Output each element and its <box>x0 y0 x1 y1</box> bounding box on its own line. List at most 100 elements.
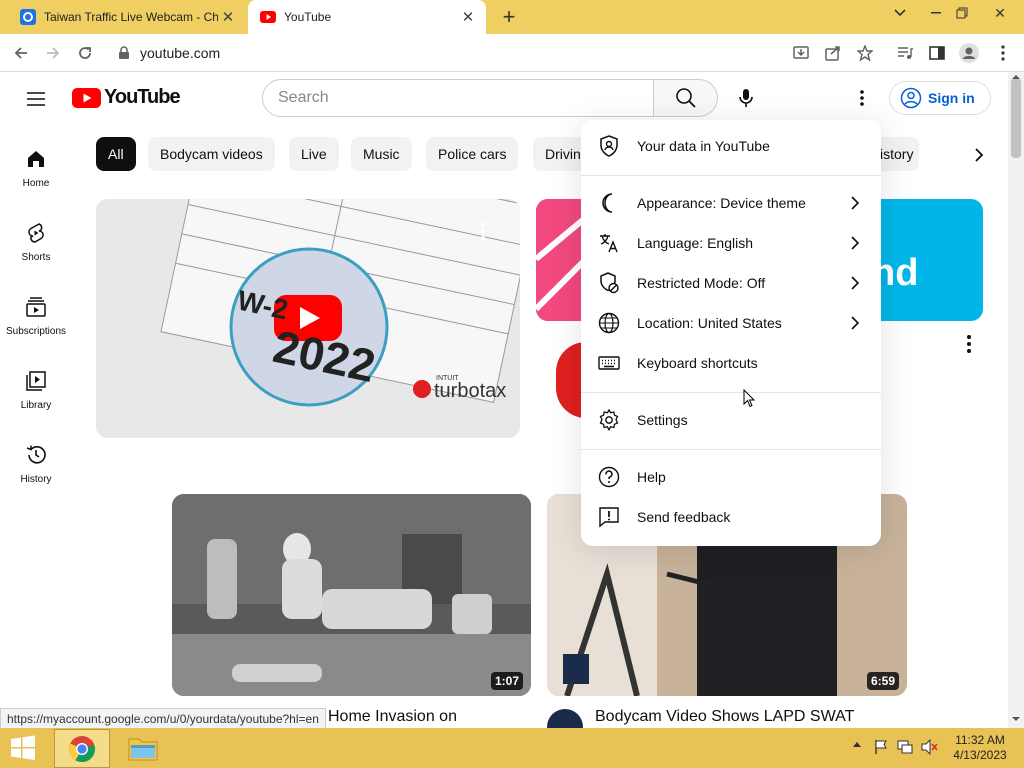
menu-item-help[interactable]: Help <box>581 457 881 497</box>
tab-webcam[interactable]: Taiwan Traffic Live Webcam - Chi ✕ <box>8 0 246 34</box>
forward-button[interactable] <box>40 40 66 66</box>
chevron-right-icon <box>851 316 860 330</box>
library-icon <box>26 371 46 391</box>
menu-item-location[interactable]: Location: United States <box>581 303 881 343</box>
webcam-favicon-icon <box>20 9 36 25</box>
nav-history[interactable]: History <box>0 444 72 485</box>
nav-label: Home <box>22 178 50 189</box>
sign-in-button[interactable]: Sign in <box>889 81 991 115</box>
duration-badge: 6:59 <box>866 672 899 690</box>
nav-shorts[interactable]: Shorts <box>0 222 72 263</box>
video-thumbnail-home-invasion[interactable]: 1:07 <box>172 494 531 696</box>
chip-bodycam-videos[interactable]: Bodycam videos <box>148 137 275 171</box>
search-button[interactable] <box>654 79 718 117</box>
taskbar-file-explorer[interactable] <box>124 733 162 763</box>
thumbnail-more-icon[interactable] <box>479 221 487 241</box>
video-title[interactable]: Bodycam Video Shows LAPD SWAT <box>595 708 854 726</box>
taskbar-chrome[interactable] <box>54 729 110 768</box>
share-icon[interactable] <box>820 40 846 66</box>
menu-item-label: Restricted Mode: Off <box>637 275 766 291</box>
menu-item-send-feedback[interactable]: Send feedback <box>581 497 881 537</box>
settings-kebab-button[interactable] <box>850 86 874 110</box>
menu-item-label: Language: English <box>637 235 753 251</box>
lock-icon <box>119 45 129 59</box>
chips-next-button[interactable] <box>968 144 990 166</box>
shorts-icon <box>28 223 44 243</box>
menu-item-appearance[interactable]: Appearance: Device theme <box>581 183 881 223</box>
chip-police-cars[interactable]: Police cars <box>426 137 519 171</box>
menu-item-label: Keyboard shortcuts <box>637 355 758 371</box>
youtube-logo[interactable]: YouTube <box>72 86 181 109</box>
video-more-icon[interactable] <box>965 334 975 356</box>
windows-logo-icon <box>11 735 35 760</box>
menu-divider <box>581 449 881 450</box>
side-panel-icon[interactable] <box>924 40 950 66</box>
page-scrollbar[interactable] <box>1008 72 1024 728</box>
search-input[interactable]: Search <box>262 79 654 117</box>
bookmark-star-icon[interactable] <box>852 40 878 66</box>
action-center-flag-icon[interactable] <box>873 739 889 755</box>
nav-library[interactable]: Library <box>0 370 72 411</box>
reload-button[interactable] <box>72 40 98 66</box>
restore-button[interactable] <box>946 0 978 26</box>
profile-avatar-icon[interactable] <box>956 40 982 66</box>
chip-all[interactable]: All <box>96 137 136 171</box>
tab-youtube[interactable]: YouTube ✕ <box>248 0 486 34</box>
show-hidden-icons-icon[interactable] <box>852 740 864 754</box>
tab-title: Taiwan Traffic Live Webcam - Chi <box>44 10 218 24</box>
close-window-button[interactable]: ✕ <box>980 0 1020 26</box>
menu-item-label: Location: United States <box>637 315 782 331</box>
youtube-favicon-icon <box>260 11 276 23</box>
menu-item-language[interactable]: Language: English <box>581 223 881 263</box>
home-invasion-scene <box>172 494 531 696</box>
hamburger-menu-icon[interactable] <box>24 87 48 111</box>
moon-icon <box>602 193 613 213</box>
nav-label: Shorts <box>21 252 51 263</box>
scroll-up-arrow-icon[interactable] <box>1011 74 1021 80</box>
menu-item-your-data[interactable]: Your data in YouTube <box>581 126 881 166</box>
install-app-icon[interactable] <box>788 40 814 66</box>
chevron-right-icon <box>975 148 984 162</box>
media-controls-icon[interactable] <box>892 40 918 66</box>
help-icon <box>598 466 620 488</box>
tab-close-icon[interactable]: ✕ <box>458 8 478 26</box>
chrome-menu-icon[interactable] <box>990 40 1016 66</box>
new-tab-button[interactable]: + <box>496 5 522 29</box>
tab-close-icon[interactable]: ✕ <box>218 8 238 26</box>
youtube-logo-text: YouTube <box>104 86 181 108</box>
chip-live[interactable]: Live <box>289 137 339 171</box>
voice-search-button[interactable] <box>734 86 758 110</box>
video-title[interactable]: Home Invasion on <box>328 708 457 726</box>
nav-label: History <box>20 474 52 485</box>
youtube-play-logo-icon <box>72 87 101 108</box>
menu-item-keyboard-shortcuts[interactable]: Keyboard shortcuts <box>581 343 881 383</box>
nav-subscriptions[interactable]: Subscriptions <box>0 296 72 337</box>
globe-icon <box>598 312 620 334</box>
network-icon[interactable] <box>897 739 913 755</box>
menu-item-label: Your data in YouTube <box>637 138 770 154</box>
ad-video-thumbnail[interactable]: W-2 2022 INTUIT turbotax <box>96 199 520 438</box>
chip-music[interactable]: Music <box>351 137 412 171</box>
scroll-down-arrow-icon[interactable] <box>1011 716 1021 722</box>
turbotax-text: turbotax <box>434 380 506 402</box>
scrollbar-thumb[interactable] <box>1011 78 1021 158</box>
volume-muted-icon[interactable] <box>921 739 939 755</box>
keyboard-icon <box>598 356 620 370</box>
duration-badge: 1:07 <box>490 672 523 690</box>
chevron-right-icon <box>851 236 860 250</box>
address-bar[interactable]: youtube.com <box>112 39 884 66</box>
menu-divider <box>581 175 881 176</box>
start-button[interactable] <box>6 734 40 762</box>
microphone-icon <box>739 89 753 107</box>
menu-item-settings[interactable]: Settings <box>581 400 881 440</box>
tab-search-chevron-icon[interactable] <box>884 0 916 26</box>
chevron-right-icon <box>851 196 860 210</box>
translate-icon <box>600 234 618 253</box>
nav-home[interactable]: Home <box>0 148 72 189</box>
system-clock[interactable]: 11:32 AM 4/13/2023 <box>948 733 1012 763</box>
gear-icon <box>599 408 619 432</box>
mouse-cursor-icon <box>743 389 755 408</box>
back-button[interactable] <box>8 40 34 66</box>
nav-label: Subscriptions <box>5 326 67 337</box>
menu-item-restricted-mode[interactable]: Restricted Mode: Off <box>581 263 881 303</box>
